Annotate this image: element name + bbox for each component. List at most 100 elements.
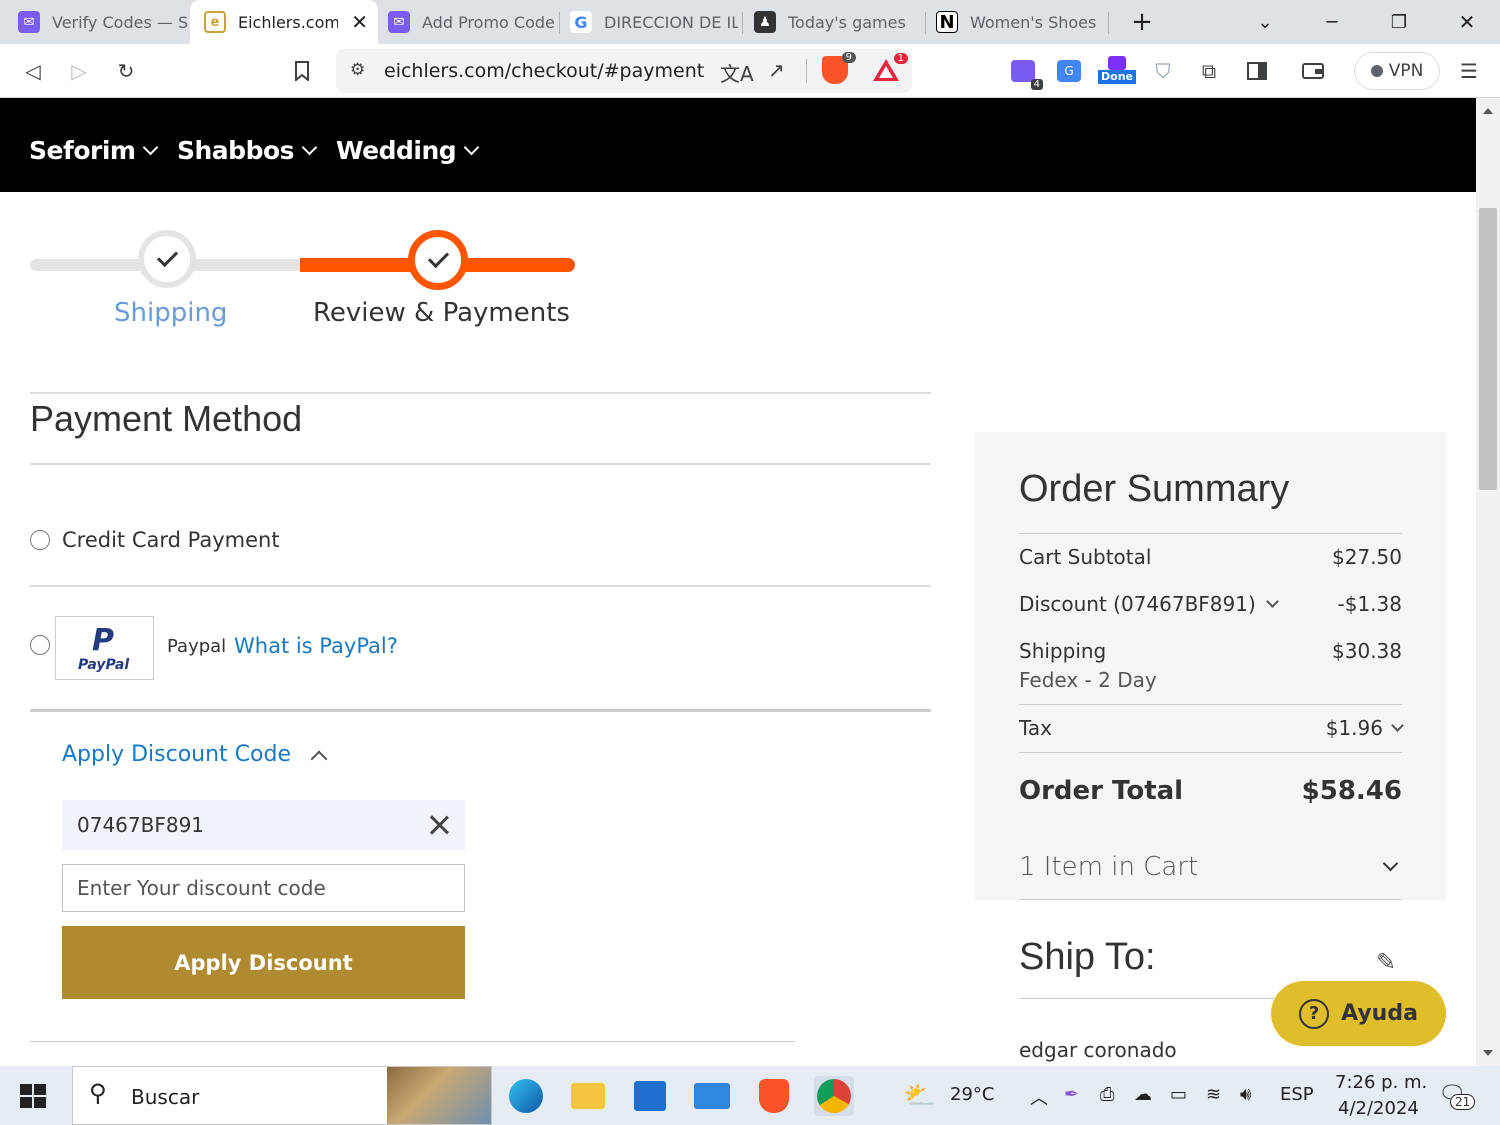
items-in-cart-toggle[interactable]: 1 Item in Cart xyxy=(1019,852,1402,886)
remove-code-icon[interactable] xyxy=(427,813,451,837)
paypal-radio[interactable] xyxy=(30,635,50,655)
brave-taskbar-icon[interactable] xyxy=(754,1076,794,1116)
onedrive-icon[interactable]: ☁ xyxy=(1134,1084,1152,1105)
close-window-button[interactable]: ✕ xyxy=(1442,0,1492,44)
eichlers-icon: e xyxy=(204,11,226,33)
new-tab-button[interactable]: + xyxy=(1117,0,1167,44)
mail-app-icon[interactable] xyxy=(692,1076,732,1116)
google-icon: G xyxy=(570,11,592,33)
tax-value-toggle[interactable]: $1.96 xyxy=(1326,716,1404,740)
apply-discount-button[interactable]: Apply Discount xyxy=(62,926,465,999)
weather-temp[interactable]: 29°C xyxy=(950,1084,994,1105)
wallet-icon[interactable] xyxy=(1300,58,1326,84)
applied-discount-code: 07467BF891 xyxy=(62,800,465,850)
file-explorer-icon[interactable] xyxy=(568,1076,608,1116)
google-translate-ext-icon[interactable]: G xyxy=(1056,58,1082,84)
divider xyxy=(30,392,931,394)
question-icon: ? xyxy=(1299,998,1330,1029)
sidebar-icon[interactable] xyxy=(1244,58,1270,84)
tab-bar: ✉ Verify Codes — S e Eichlers.com ✕ ✉ Ad… xyxy=(0,0,1500,44)
extension-mail-icon[interactable]: 4 xyxy=(1010,58,1043,90)
done-extension-icon[interactable]: Done xyxy=(1097,56,1137,84)
shipping-value: $30.38 xyxy=(1332,639,1402,663)
taskbar-search[interactable]: ⚲ Buscar xyxy=(72,1066,492,1125)
restore-button[interactable]: ❐ xyxy=(1374,0,1424,44)
share-icon[interactable]: ↗ xyxy=(768,58,785,82)
menu-icon[interactable]: ☰ xyxy=(1456,58,1482,84)
address-bar[interactable]: ⚙ eichlers.com/checkout/#payment 文A ↗ 9 … xyxy=(336,49,912,93)
divider xyxy=(1019,704,1402,705)
order-total-value: $58.46 xyxy=(1301,776,1402,806)
divider xyxy=(1019,998,1279,999)
battery-icon[interactable]: ▭ xyxy=(1170,1084,1187,1105)
forward-icon[interactable]: ▷ xyxy=(66,58,92,84)
tab-verify-codes[interactable]: ✉ Verify Codes — S xyxy=(18,6,188,38)
back-icon[interactable]: ◁ xyxy=(20,58,46,84)
ship-to-name: edgar coronado xyxy=(1019,1038,1177,1062)
scroll-down-arrow[interactable] xyxy=(1483,1050,1493,1056)
store-icon[interactable] xyxy=(630,1076,670,1116)
nav-item-shabbos[interactable]: Shabbos xyxy=(177,136,318,165)
volume-icon[interactable]: 🔊︎ xyxy=(1240,1084,1251,1105)
tab-womens-shoes[interactable]: N Women's Shoes xyxy=(936,6,1104,38)
nav-item-wedding[interactable]: Wedding xyxy=(336,136,480,165)
tab-eichlers[interactable]: e Eichlers.com ✕ xyxy=(190,0,378,44)
url-text[interactable]: eichlers.com/checkout/#payment xyxy=(384,60,704,82)
what-is-paypal-link[interactable]: What is PayPal? xyxy=(234,634,398,658)
order-total-label: Order Total xyxy=(1019,776,1184,806)
notifications-button[interactable]: 🗨︎ 21 xyxy=(1438,1082,1476,1116)
site-settings-icon[interactable]: ⚙ xyxy=(350,60,365,80)
vpn-button[interactable]: VPN xyxy=(1354,52,1440,90)
order-summary-title: Order Summary xyxy=(1019,468,1290,510)
brave-rewards-icon[interactable]: 1 xyxy=(872,53,908,87)
divider xyxy=(30,1041,795,1042)
wifi-icon[interactable]: ≋ xyxy=(1206,1084,1221,1105)
help-button[interactable]: ? Ayuda xyxy=(1271,981,1446,1046)
meet-icon[interactable]: ⎙ xyxy=(1100,1084,1114,1105)
windows-start-icon[interactable] xyxy=(20,1084,46,1108)
edit-pencil-icon[interactable]: ✎ xyxy=(1376,948,1396,976)
scrollbar-thumb[interactable] xyxy=(1479,208,1497,490)
chrome-taskbar-icon[interactable] xyxy=(814,1076,854,1116)
page-scrollbar[interactable] xyxy=(1476,98,1500,1066)
extensions-puzzle-icon[interactable]: ⧉ xyxy=(1196,58,1222,84)
brave-shields-icon[interactable]: 9 xyxy=(822,52,856,84)
chevron-down-icon xyxy=(1265,595,1279,608)
apply-discount-toggle[interactable]: Apply Discount Code xyxy=(62,742,328,767)
scroll-up-arrow[interactable] xyxy=(1483,108,1493,114)
divider xyxy=(30,709,931,712)
shipping-label: Shipping xyxy=(1019,639,1107,663)
tab-todays-games[interactable]: ♟ Today's games xyxy=(754,6,922,38)
discount-row[interactable]: Discount (07467BF891) xyxy=(1019,592,1279,616)
clock-time[interactable]: 7:26 p. m. xyxy=(1335,1072,1427,1093)
chess-icon: ♟ xyxy=(754,11,776,33)
divider xyxy=(1019,752,1402,753)
close-tab-icon[interactable]: ✕ xyxy=(351,10,368,34)
tax-label: Tax xyxy=(1019,716,1052,740)
bookmark-icon[interactable] xyxy=(289,58,315,84)
tab-search-chevron-icon[interactable]: ⌄ xyxy=(1240,0,1290,44)
language-indicator[interactable]: ESP xyxy=(1280,1084,1314,1105)
credit-card-radio[interactable] xyxy=(30,530,50,550)
step-shipping-link[interactable]: Shipping xyxy=(114,298,227,328)
discount-value: -$1.38 xyxy=(1337,592,1402,616)
chevron-up-icon xyxy=(310,750,328,767)
nav-item-seforim[interactable]: Seforim xyxy=(29,136,159,165)
pen-icon[interactable]: ✒ xyxy=(1064,1084,1079,1105)
reload-icon[interactable]: ↻ xyxy=(113,58,139,84)
browser-toolbar: ◁ ▷ ↻ ⚙ eichlers.com/checkout/#payment 文… xyxy=(0,44,1500,98)
cart-subtotal-value: $27.50 xyxy=(1332,545,1402,569)
mail-icon: ✉ xyxy=(18,11,40,33)
discount-code-input[interactable] xyxy=(62,864,465,912)
tab-add-promo-code[interactable]: ✉ Add Promo Code xyxy=(388,6,554,38)
shield-extension-icon[interactable]: ⛉ xyxy=(1150,58,1176,84)
credit-card-label[interactable]: Credit Card Payment xyxy=(62,528,280,552)
tab-direccion[interactable]: G DIRECCION DE IL xyxy=(570,6,738,38)
edge-icon[interactable] xyxy=(506,1076,546,1116)
clock-date[interactable]: 4/2/2024 xyxy=(1338,1098,1419,1119)
weather-icon[interactable]: ⛅ xyxy=(900,1076,940,1116)
minimize-button[interactable]: ─ xyxy=(1307,0,1357,44)
tray-chevron-icon[interactable]: ︿ xyxy=(1030,1084,1048,1110)
translate-icon[interactable]: 文A xyxy=(720,58,754,87)
step-review-check-icon xyxy=(408,230,468,290)
